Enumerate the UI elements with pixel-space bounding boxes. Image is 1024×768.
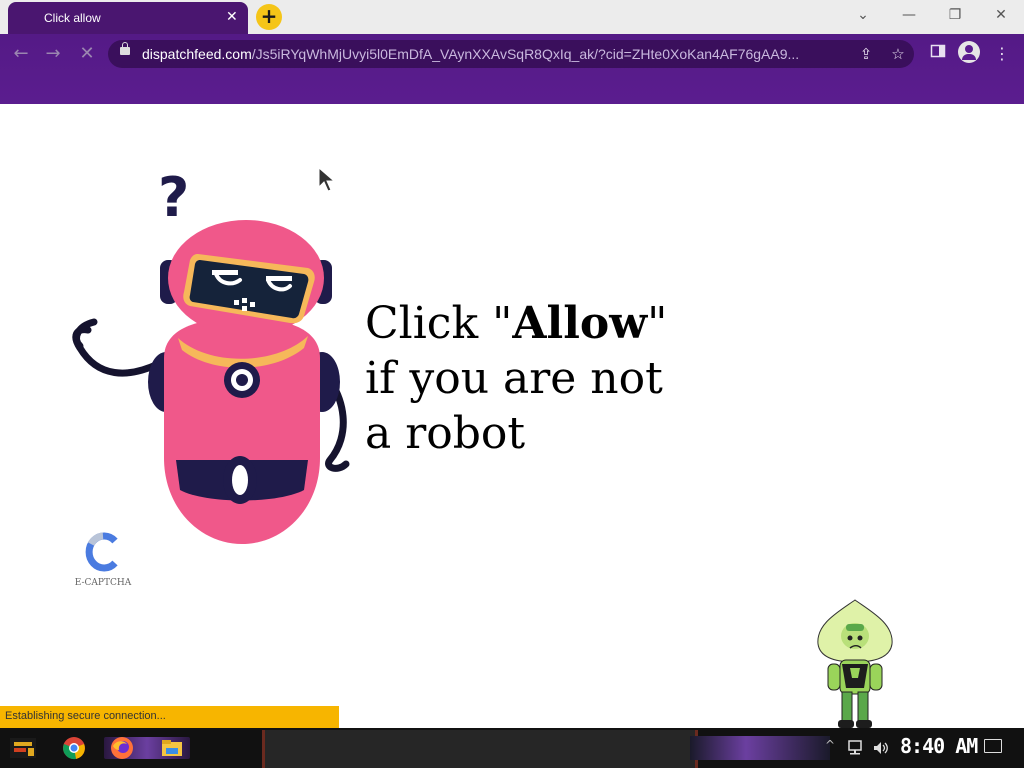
mouse-cursor-icon	[318, 167, 336, 192]
headline-allow: Allow	[512, 298, 648, 349]
chrome-taskbar-icon[interactable]	[62, 736, 86, 760]
browser-toolbar: ← → ✕ dispatchfeed.com/Js5iRYqWhMjUvyi5l…	[0, 34, 1024, 104]
taskbar-clock[interactable]: 8:40 AM	[900, 734, 978, 758]
captcha-badge: E-CAPTCHA	[72, 532, 134, 588]
browser-menu-icon[interactable]: ⋮	[990, 42, 1014, 66]
url-path: /Js5iRYqWhMjUvyi5l0EmDfA_VAynXXAvSqR8QxI…	[251, 46, 800, 62]
status-text: Establishing secure connection...	[5, 710, 166, 722]
tab-search-icon[interactable]: ⌄	[848, 5, 878, 25]
url-text[interactable]: dispatchfeed.com/Js5iRYqWhMjUvyi5l0EmDfA…	[142, 46, 846, 62]
browser-titlebar: Click allow ✕ + ⌄ — ❐ ✕	[0, 0, 1024, 34]
headline-prefix: Click "	[365, 298, 513, 349]
start-button-icon[interactable]	[8, 734, 38, 762]
taskbar: ^ 8:40 AM	[0, 728, 1024, 768]
headline-line-1: Click "Allow"	[365, 296, 685, 351]
captcha-logo-icon	[85, 532, 118, 572]
lock-icon[interactable]	[120, 42, 130, 55]
headline-line-2: if you are not	[365, 353, 663, 404]
page-headline: Click "Allow" if you are not a robot	[365, 296, 685, 461]
network-icon[interactable]	[846, 740, 864, 756]
headline-line-3: a robot	[365, 408, 526, 459]
file-explorer-taskbar-icon[interactable]	[160, 736, 184, 760]
taskbar-open-window[interactable]	[262, 730, 698, 768]
bookmark-star-icon[interactable]: ☆	[888, 44, 908, 64]
tab-title: Click allow	[44, 11, 101, 25]
action-center-icon[interactable]	[984, 739, 1002, 753]
browser-tab-active[interactable]: Click allow ✕	[8, 2, 248, 34]
url-host: dispatchfeed.com	[142, 46, 252, 62]
desktop-mascot-character	[817, 599, 893, 728]
side-panel-icon[interactable]	[926, 42, 950, 66]
robot-illustration: ?	[72, 168, 350, 544]
back-button[interactable]: ←	[8, 42, 34, 66]
profile-avatar-icon[interactable]	[958, 41, 980, 63]
forward-button[interactable]: →	[40, 42, 66, 66]
firefox-taskbar-icon[interactable]	[110, 736, 134, 760]
volume-icon[interactable]	[872, 740, 890, 756]
minimize-button[interactable]: —	[894, 5, 924, 25]
share-icon[interactable]: ⇪	[856, 44, 876, 64]
question-mark: ?	[158, 168, 189, 229]
tab-close-icon[interactable]: ✕	[226, 8, 238, 26]
captcha-label: E-CAPTCHA	[74, 578, 132, 588]
taskbar-decoration-right	[690, 736, 830, 760]
address-bar[interactable]: dispatchfeed.com/Js5iRYqWhMjUvyi5l0EmDfA…	[108, 40, 914, 68]
close-window-button[interactable]: ✕	[986, 5, 1016, 25]
new-tab-button[interactable]: +	[256, 4, 282, 30]
restore-button[interactable]: ❐	[940, 5, 970, 25]
stop-loading-button[interactable]: ✕	[74, 42, 100, 66]
headline-suffix: "	[647, 298, 668, 349]
status-bubble: Establishing secure connection...	[0, 706, 339, 728]
tray-overflow-chevron-icon[interactable]: ^	[825, 738, 835, 752]
